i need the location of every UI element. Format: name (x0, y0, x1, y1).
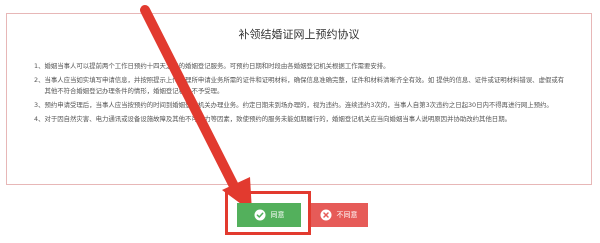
clause-number: 4、 (34, 114, 45, 123)
clause-number: 3、 (34, 100, 45, 109)
clause-item: 4、 对于因自然灾害、电力通讯或设备设施故障及其他不可抗力等因素，致使预约的服务… (34, 114, 565, 125)
x-circle-icon (320, 209, 331, 221)
check-circle-icon (254, 209, 265, 221)
clause-number: 1、 (34, 62, 45, 70)
agreement-title: 补领结婚证网上预约协议 (238, 28, 360, 41)
clause-text: 对于因自然灾害、电力通讯或设备设施故障及其他不可抗力等因素，致使预约的服务未能如… (44, 114, 511, 123)
clause-text: 当事人应当如实填写申请信息，并按照提示上传办理所申请业务所需的证件和证明材料，确… (44, 75, 565, 95)
disagree-button[interactable]: 不同意 (309, 203, 368, 227)
clause-text: 预约申请受理后，当事人应当按预约的时间到婚姻登记机关办理业务。约定日期未到场办理… (44, 100, 553, 109)
clause-item: 3、 预约申请受理后，当事人应当按预约的时间到婚姻登记机关办理业务。约定日期未到… (34, 100, 565, 111)
clause-list: 1、 婚姻当事人可以提前两个工作日预约十四天之内的婚姻登记服务。可预约日期和时段… (34, 61, 565, 127)
clause-text: 婚姻当事人可以提前两个工作日预约十四天之内的婚姻登记服务。可预约日期和时段由各婚… (44, 62, 390, 70)
disagree-label: 不同意 (336, 211, 358, 219)
agreement-panel: 补领结婚证网上预约协议 1、 婚姻当事人可以提前两个工作日预约十四天之内的婚姻登… (6, 13, 592, 185)
agree-label: 同意 (270, 211, 285, 219)
clause-item: 2、 当事人应当如实填写申请信息，并按照提示上传办理所申请业务所需的证件和证明材… (34, 75, 565, 97)
clause-number: 2、 (34, 75, 45, 84)
agree-button[interactable]: 同意 (237, 203, 301, 227)
clause-item: 1、 婚姻当事人可以提前两个工作日预约十四天之内的婚姻登记服务。可预约日期和时段… (34, 61, 565, 72)
